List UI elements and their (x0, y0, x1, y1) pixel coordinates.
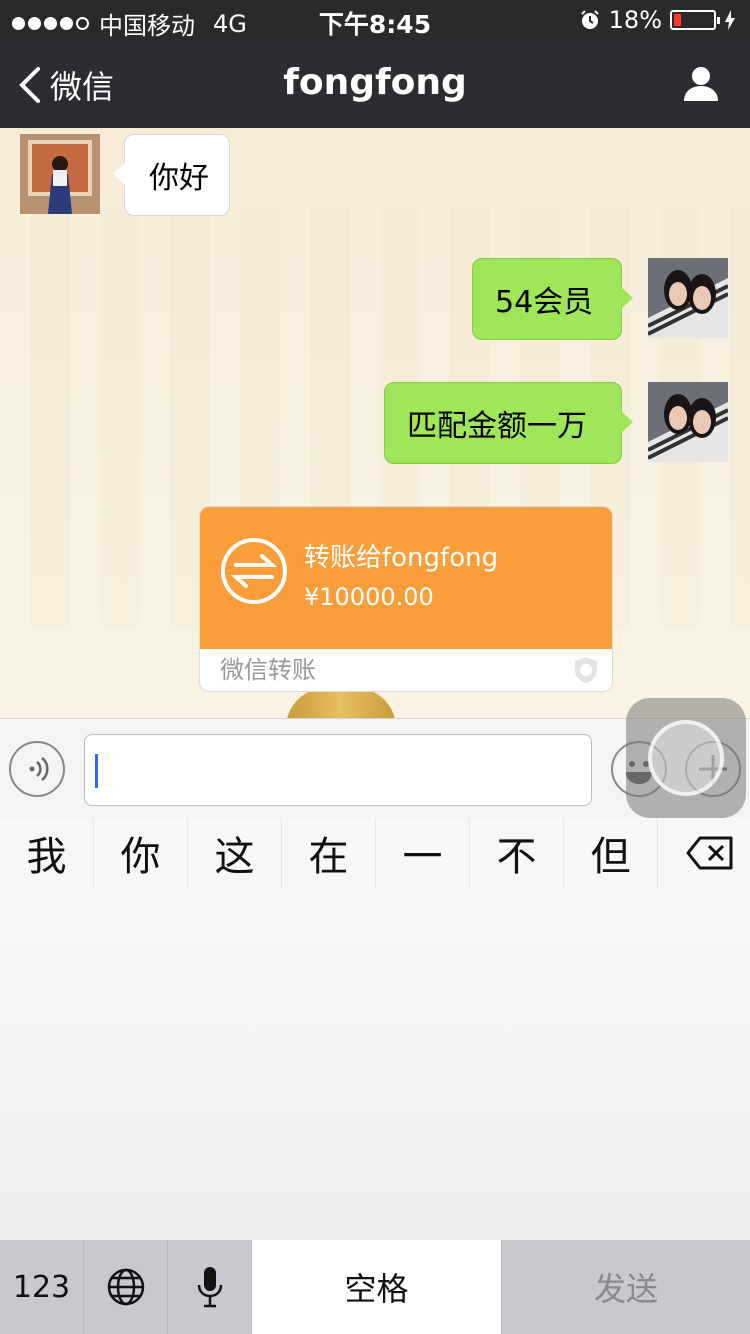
my-avatar[interactable] (648, 382, 728, 462)
transfer-footer: 微信转账 (200, 649, 612, 691)
globe-icon (107, 1268, 144, 1306)
status-right: 18% (579, 6, 736, 34)
chat-title: fongfong (283, 62, 467, 103)
battery-percent: 18% (608, 6, 662, 34)
message-bubble-2[interactable]: 54会员 (472, 258, 633, 340)
transfer-card-body: 转账给fongfong ¥10000.00 (200, 507, 612, 649)
message-text-2: 54会员 (495, 285, 594, 320)
candidate-word[interactable]: 我 (0, 818, 94, 888)
profile-icon (684, 67, 718, 101)
candidate-row: 我 你 这 在 一 不 但 (0, 818, 750, 888)
delete-icon (686, 836, 733, 870)
send-key[interactable]: 发送 (502, 1240, 750, 1334)
transfer-title: 转账给fongfong (304, 543, 499, 573)
candidate-word[interactable]: 一 (376, 818, 470, 888)
keyboard-bottom-row: 123 空格 发送 (0, 1240, 750, 1334)
candidate-word[interactable]: 这 (188, 818, 282, 888)
nav-bar: 微信 fongfong (0, 40, 750, 128)
status-bar: 中国移动 4G 下午8:45 18% (0, 0, 750, 40)
text-caret (95, 754, 98, 788)
numbers-key[interactable]: 123 (0, 1240, 84, 1334)
message-text-1: 你好 (149, 161, 209, 196)
handwriting-pad[interactable] (0, 888, 750, 1240)
chat-area[interactable]: 你好 54会员 匹配金额一万 转账给fongfong ¥10000.00 微信转… (0, 128, 750, 718)
candidate-word[interactable]: 在 (282, 818, 376, 888)
message-text-3: 匹配金额一万 (407, 409, 587, 444)
voice-icon (29, 757, 49, 781)
charging-icon (725, 10, 735, 30)
candidate-word[interactable]: 你 (94, 818, 188, 888)
message-bubble-3[interactable]: 匹配金额一万 (384, 382, 633, 464)
profile-button[interactable] (682, 64, 720, 106)
my-avatar[interactable] (648, 258, 728, 338)
delete-button[interactable] (686, 836, 734, 874)
battery-fill (674, 14, 681, 26)
transfer-footer-label: 微信转账 (220, 656, 316, 684)
voice-button[interactable] (9, 741, 65, 797)
dictation-key[interactable] (168, 1240, 252, 1334)
transfer-arrows-icon (221, 538, 287, 604)
message-input[interactable] (84, 734, 592, 806)
contact-avatar[interactable] (20, 134, 100, 214)
assistive-touch-button[interactable] (626, 698, 746, 818)
battery-icon (670, 10, 720, 30)
alarm-icon (580, 10, 599, 29)
transfer-card[interactable]: 转账给fongfong ¥10000.00 微信转账 (199, 506, 613, 692)
microphone-icon (197, 1267, 222, 1308)
background-lamp (286, 688, 396, 718)
candidate-word[interactable]: 但 (564, 818, 658, 888)
transfer-amount: ¥10000.00 (304, 583, 434, 611)
globe-key[interactable] (84, 1240, 168, 1334)
space-key[interactable]: 空格 (252, 1240, 502, 1334)
shield-icon (575, 657, 597, 683)
candidate-word[interactable]: 不 (470, 818, 564, 888)
message-bubble-1[interactable]: 你好 (113, 134, 230, 216)
